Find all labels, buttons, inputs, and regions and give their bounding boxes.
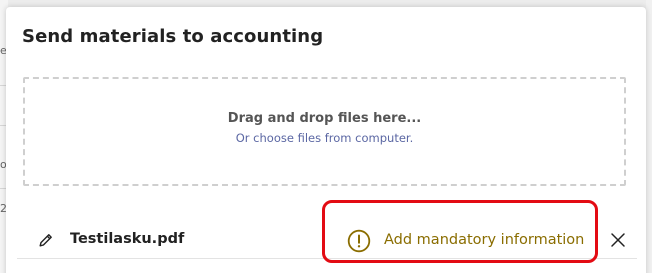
dropzone-instruction: Drag and drop files here... (227, 111, 422, 126)
warning-circle-icon (347, 229, 371, 253)
choose-files-link[interactable]: Or choose files from computer. (25, 131, 624, 145)
file-row-divider (17, 258, 637, 259)
dialog-title: Send materials to accounting (22, 26, 324, 47)
file-dropzone[interactable]: Drag and drop files here... Or choose fi… (23, 77, 626, 186)
file-name: Testilasku.pdf (70, 231, 185, 247)
close-icon[interactable] (610, 232, 626, 248)
pencil-icon[interactable] (38, 232, 54, 248)
send-materials-dialog: Send materials to accounting Drag and dr… (6, 7, 646, 273)
mandatory-info-label: Add mandatory information (384, 232, 585, 248)
background-app-right (646, 0, 652, 273)
